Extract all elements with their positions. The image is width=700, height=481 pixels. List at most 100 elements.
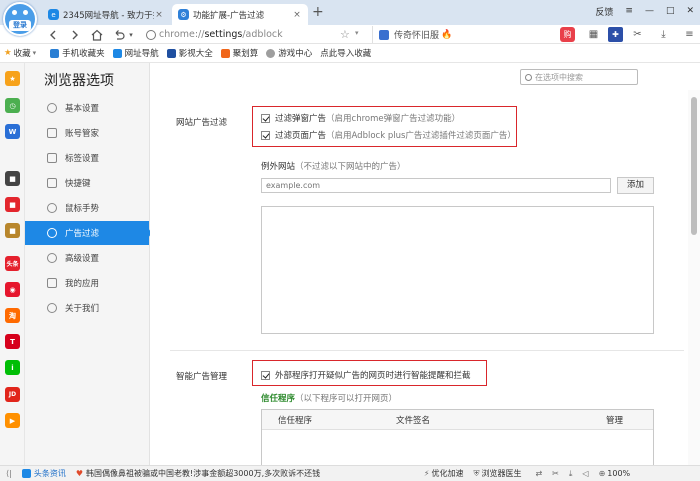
- bookmark-label: 影视大全: [178, 49, 213, 59]
- page-filter-checkbox[interactable]: 过滤页面广告 （启用Adblock plus广告过滤插件过滤页面广告）: [261, 129, 516, 141]
- nav-mouse-gestures[interactable]: 鼠标手势: [25, 196, 149, 220]
- translate-icon[interactable]: ⇄: [535, 469, 542, 478]
- sidebar-docs-icon[interactable]: W: [5, 124, 20, 139]
- news-icon: [21, 469, 31, 478]
- bookmark-navigation[interactable]: 网址导航: [112, 47, 159, 59]
- smart-block-checkbox[interactable]: 外部程序打开疑似广告的网页时进行智能提醒和拦截: [261, 369, 471, 381]
- maximize-icon[interactable]: □: [660, 6, 681, 16]
- close-tab-icon[interactable]: ×: [292, 10, 302, 20]
- popup-filter-checkbox[interactable]: 过滤弹窗广告 （启用chrome弹窗广告过滤功能）: [261, 112, 460, 124]
- undo-icon[interactable]: [110, 26, 127, 43]
- exception-list[interactable]: [261, 206, 654, 334]
- sidebar-taobao-icon[interactable]: 淘: [5, 308, 20, 323]
- nav-label: 关于我们: [65, 304, 100, 314]
- logo-eyes-icon: [12, 10, 28, 16]
- speed-icon: ⚡: [423, 469, 430, 478]
- video-icon: [166, 48, 176, 58]
- nav-my-apps[interactable]: 我的应用: [25, 271, 149, 295]
- tab-2345-navigation[interactable]: e 2345网址导航 - 致力于打造百 ×: [42, 4, 170, 25]
- settings-search-input[interactable]: 在选项中搜索: [520, 69, 638, 85]
- bookmark-mobile-favorites[interactable]: 手机收藏夹: [50, 47, 105, 59]
- scissors-icon[interactable]: ✂: [630, 27, 645, 42]
- nav-label: 基本设置: [65, 104, 100, 114]
- sidebar-history-icon[interactable]: ◷: [5, 98, 20, 113]
- mute-icon[interactable]: ◁: [582, 469, 588, 478]
- nav-account[interactable]: 账号管家: [25, 121, 149, 145]
- optimize-button[interactable]: ⚡ 优化加速: [424, 468, 464, 479]
- trusted-hint: （以下程序可以打开网页）: [295, 394, 398, 404]
- tab-adblock-settings[interactable]: ⚙ 功能扩展-广告过滤 ×: [172, 4, 308, 25]
- checkbox-checked[interactable]: [261, 370, 270, 380]
- download-icon[interactable]: ⤓: [656, 27, 671, 42]
- bookmark-game-center[interactable]: 游戏中心: [266, 47, 312, 59]
- news-button[interactable]: 头条资讯: [21, 468, 66, 479]
- sidebar-alipay-icon[interactable]: ▶: [5, 413, 20, 428]
- scrollbar-thumb[interactable]: [691, 97, 697, 235]
- checkbox-checked[interactable]: [261, 113, 270, 123]
- hot-flame-icon: 🔥: [441, 29, 453, 40]
- undo-dropdown-icon[interactable]: ▾: [126, 26, 136, 43]
- mouse-icon: [47, 203, 57, 213]
- close-window-icon[interactable]: ✕: [680, 6, 700, 16]
- bookmark-label: 手机收藏夹: [62, 49, 105, 59]
- nav-shortcuts[interactable]: 快捷键: [25, 171, 149, 195]
- favorites-menu[interactable]: ★ 收藏 ▾: [4, 47, 36, 59]
- nav-advanced[interactable]: 高级设置: [25, 246, 149, 270]
- menu-icon[interactable]: ≡: [619, 6, 639, 16]
- login-button[interactable]: 登录: [9, 20, 31, 31]
- search-box[interactable]: 传奇怀旧服 🔥: [372, 26, 552, 43]
- nav-label: 账号管家: [65, 129, 100, 139]
- feedback-button[interactable]: 反馈: [589, 5, 619, 18]
- sidebar-favorites-icon[interactable]: ★: [5, 71, 20, 86]
- close-tab-icon[interactable]: ×: [154, 10, 164, 20]
- home-icon[interactable]: [88, 26, 105, 43]
- bookmark-star-icon[interactable]: ☆: [340, 28, 350, 41]
- bookmark-juhuasuan[interactable]: 聚划算: [220, 47, 258, 59]
- trusted-title: 信任程序: [261, 394, 296, 404]
- minimize-icon[interactable]: —: [639, 6, 660, 16]
- headline-link[interactable]: ♥ 韩国偶像鼻祖被骗或中国老教!涉事金额超3000万,多次败诉不还钱: [76, 468, 396, 479]
- gear-icon: [47, 253, 57, 263]
- main-menu-icon[interactable]: ≡: [682, 27, 697, 42]
- new-tab-button[interactable]: +: [312, 5, 324, 19]
- apps-grid-icon[interactable]: ▦: [586, 27, 601, 42]
- address-dropdown-icon[interactable]: ▾: [355, 29, 359, 37]
- add-exception-button[interactable]: 添加: [617, 177, 654, 194]
- checkbox-hint: （启用chrome弹窗广告过滤功能）: [326, 114, 461, 124]
- collapse-sidebar-icon[interactable]: ⟨|: [6, 469, 12, 478]
- sidebar-game1-icon[interactable]: ■: [5, 171, 20, 186]
- nav-basic-settings[interactable]: 基本设置: [25, 96, 149, 120]
- sidebar-jd-icon[interactable]: JD: [5, 387, 20, 402]
- block-icon: [47, 228, 57, 238]
- back-icon[interactable]: [44, 26, 61, 43]
- shopping-icon[interactable]: 购: [560, 27, 575, 42]
- section-title-smart-ad: 智能广告管理: [176, 372, 228, 382]
- zoom-control[interactable]: ⊕ 100%: [599, 469, 631, 478]
- sidebar-game3-icon[interactable]: ■: [5, 223, 20, 238]
- bookmarks-bar: ★ 收藏 ▾ 手机收藏夹 网址导航 影视大全 聚划算 游戏中心 点此导入收藏: [0, 44, 700, 63]
- sidebar-game2-icon[interactable]: ■: [5, 197, 20, 212]
- exception-domain-input[interactable]: [261, 178, 611, 193]
- checkbox-checked[interactable]: [261, 130, 270, 140]
- nav-about[interactable]: 关于我们: [25, 296, 149, 320]
- nav-tab-settings[interactable]: 标签设置: [25, 146, 149, 170]
- screenshot-icon[interactable]: ✂: [552, 469, 559, 478]
- download-icon[interactable]: ⤓: [569, 469, 573, 479]
- info-icon: [47, 303, 57, 313]
- sidebar-toutiao-icon[interactable]: 头条: [5, 256, 20, 271]
- address-bar[interactable]: chrome:// settings /adblock: [146, 26, 358, 43]
- nav-ad-filter[interactable]: 广告过滤: [25, 221, 149, 245]
- search-engine-icon[interactable]: [379, 29, 389, 40]
- bookmark-import[interactable]: 点此导入收藏: [320, 47, 371, 59]
- status-bar: ⟨| 头条资讯 ♥ 韩国偶像鼻祖被骗或中国老教!涉事金额超3000万,多次败诉不…: [0, 465, 700, 481]
- nav-label: 鼠标手势: [65, 204, 100, 214]
- sidebar-iqiyi-icon[interactable]: i: [5, 360, 20, 375]
- browser-logo[interactable]: 登录: [3, 2, 37, 36]
- extension-new-icon[interactable]: ✚: [608, 27, 623, 42]
- bookmark-video[interactable]: 影视大全: [166, 47, 213, 59]
- sidebar-tmall-icon[interactable]: T: [5, 334, 20, 349]
- sidebar-weibo-icon[interactable]: ◉: [5, 282, 20, 297]
- url-path: /adblock: [242, 29, 283, 40]
- browser-doctor-button[interactable]: ⛨ 浏览器医生: [473, 468, 521, 479]
- forward-icon[interactable]: [66, 26, 83, 43]
